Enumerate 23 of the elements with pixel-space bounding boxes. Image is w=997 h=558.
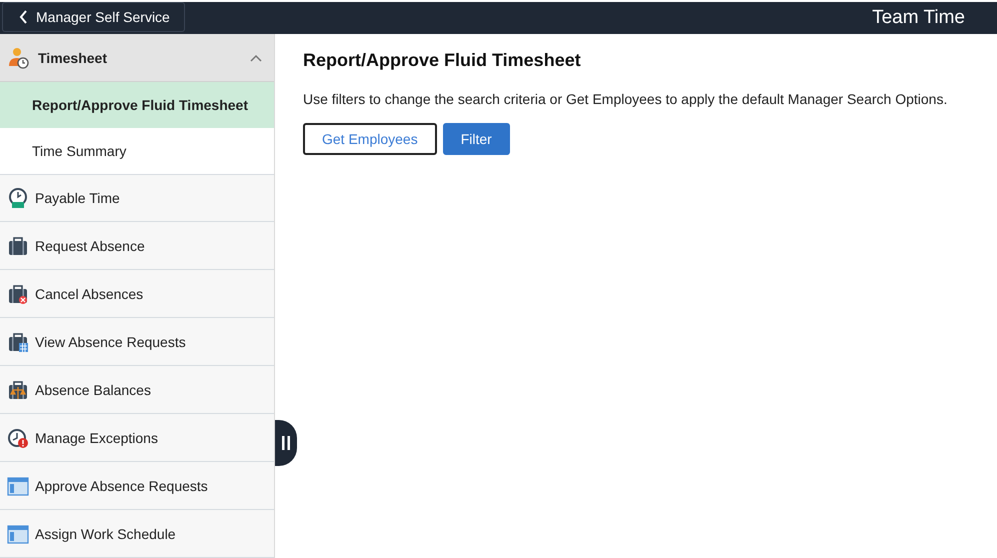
collapse-handle[interactable] — [275, 420, 297, 466]
sidebar-item[interactable]: Payable Time — [0, 174, 274, 222]
filter-button[interactable]: Filter — [442, 123, 510, 155]
window-icon — [7, 522, 29, 544]
pause-icon — [282, 436, 290, 450]
content-title: Report/Approve Fluid Timesheet — [303, 50, 582, 71]
briefcase-scale-icon — [7, 378, 29, 400]
clock-alert-icon — [7, 426, 29, 448]
person-clock-icon — [8, 46, 30, 68]
back-button[interactable]: Manager Self Service — [2, 2, 185, 32]
window-icon — [7, 474, 29, 496]
back-chevron-icon — [19, 10, 28, 24]
caret-icon — [250, 54, 262, 62]
briefcase-calendar-icon — [7, 330, 29, 352]
briefcase-icon — [7, 234, 29, 256]
page-title: Team Time — [872, 7, 965, 29]
sidebar-subitem[interactable]: Report/Approve Fluid Timesheet — [0, 82, 274, 128]
briefcase-cancel-icon — [7, 282, 29, 304]
group-header[interactable]: Timesheet — [0, 34, 274, 82]
clock-money-icon — [7, 187, 29, 209]
sidebar-subitem[interactable]: Time Summary — [0, 128, 274, 174]
instruction-text: Use filters to change the search criteria or Get Employees to apply the default Manager Search Options. — [303, 91, 948, 107]
get-employees-button[interactable]: Get Employees — [303, 123, 437, 155]
